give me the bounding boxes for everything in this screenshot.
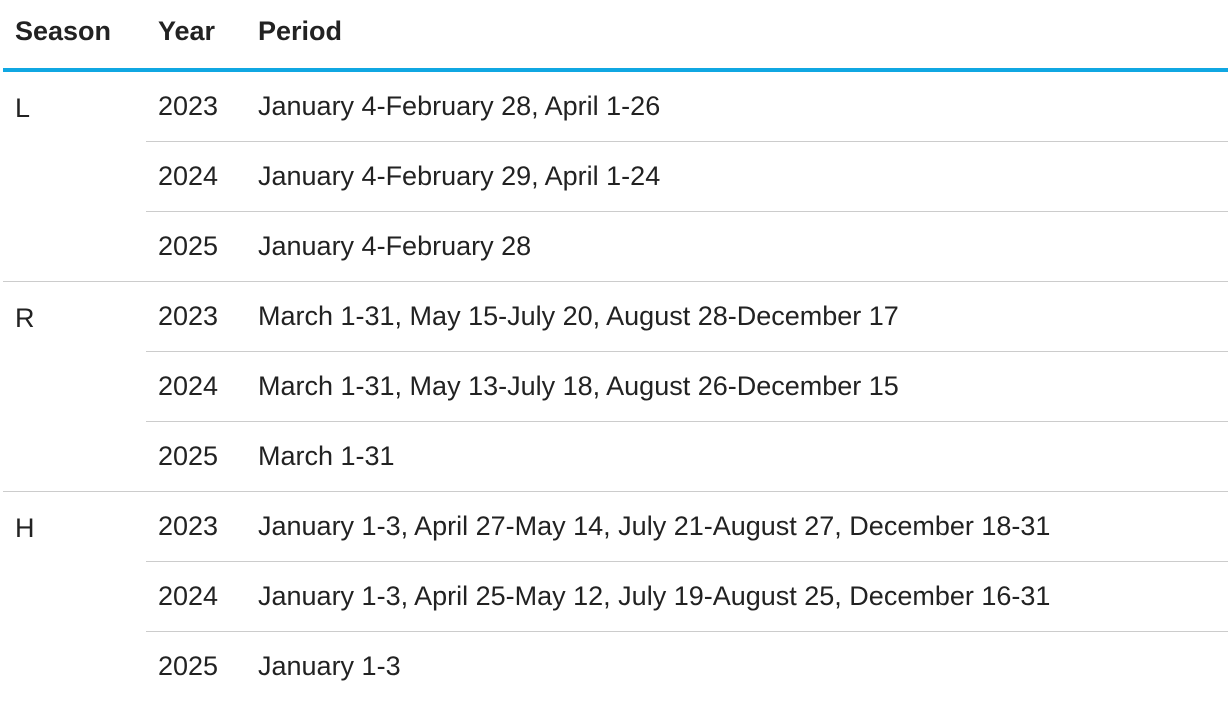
table-row: H 2023 January 1-3, April 27-May 14, Jul… [3, 491, 1228, 562]
year-cell: 2023 [146, 281, 246, 352]
year-cell: 2024 [146, 351, 246, 422]
header-period: Period [246, 0, 1228, 72]
year-cell: 2023 [146, 491, 246, 562]
period-cell: January 4-February 28, April 1-26 [246, 70, 1228, 142]
year-cell: 2025 [146, 211, 246, 282]
period-cell: January 1-3, April 25-May 12, July 19-Au… [246, 561, 1228, 632]
season-period-table: Season Year Period L 2023 January 4-Febr… [3, 0, 1228, 701]
season-period-table-container: Season Year Period L 2023 January 4-Febr… [3, 0, 1228, 701]
table-row: 2025 January 1-3 [3, 632, 1228, 702]
season-cell: L [3, 70, 146, 282]
season-cell: R [3, 281, 146, 492]
period-cell: March 1-31, May 15-July 20, August 28-De… [246, 281, 1228, 352]
period-cell: March 1-31, May 13-July 18, August 26-De… [246, 351, 1228, 422]
table-row: 2025 January 4-February 28 [3, 211, 1228, 282]
period-cell: January 1-3, April 27-May 14, July 21-Au… [246, 491, 1228, 562]
period-cell: January 4-February 28 [246, 211, 1228, 282]
table-row: R 2023 March 1-31, May 15-July 20, Augus… [3, 281, 1228, 492]
year-cell: 2025 [158, 651, 219, 681]
year-cell: 2024 [146, 561, 246, 632]
year-cell: 2025 [146, 421, 246, 492]
table-header: Season Year Period [3, 0, 1228, 72]
header-row: Season Year Period [3, 0, 1228, 72]
year-cell: 2024 [146, 141, 246, 212]
period-cell: January 1-3 [258, 651, 401, 681]
table-row: 2024 March 1-31, May 13-July 18, August … [3, 351, 1228, 422]
table-row: 2024 January 4-February 29, April 1-24 [3, 141, 1228, 212]
year-cell: 2023 [146, 70, 246, 142]
header-year: Year [146, 0, 246, 72]
table-body: L 2023 January 4-February 28, April 1-26… [3, 70, 1228, 701]
table-row: L 2023 January 4-February 28, April 1-26 [3, 70, 1228, 282]
period-cell: March 1-31 [246, 421, 1228, 492]
table-row: 2025 March 1-31 [3, 421, 1228, 492]
table-row: 2024 January 1-3, April 25-May 12, July … [3, 561, 1228, 632]
season-cell: H [15, 513, 35, 543]
header-season: Season [3, 0, 146, 72]
period-cell: January 4-February 29, April 1-24 [246, 141, 1228, 212]
